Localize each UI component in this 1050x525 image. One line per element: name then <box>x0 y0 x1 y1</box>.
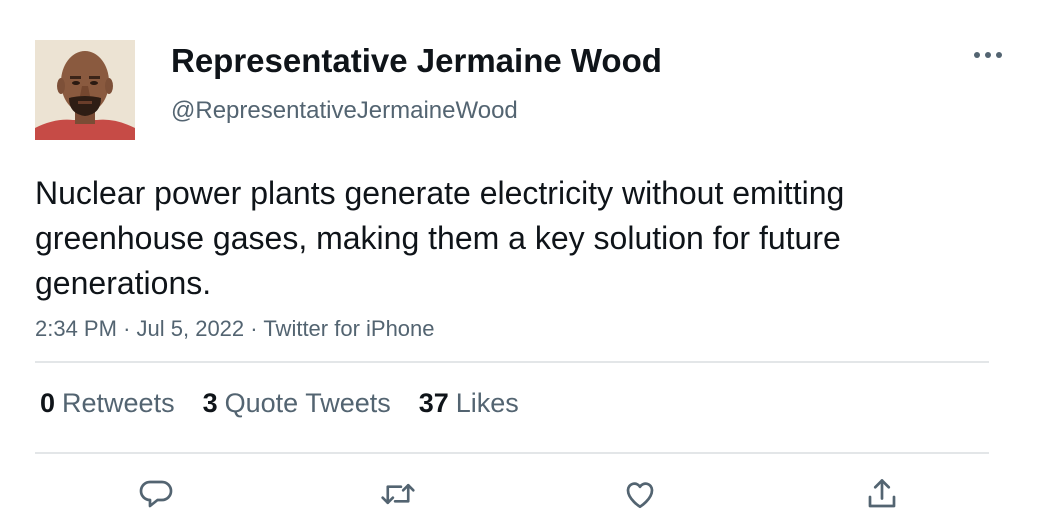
meta-separator: · <box>123 316 131 341</box>
heart-icon <box>626 482 654 509</box>
reply-button[interactable] <box>136 474 176 514</box>
avatar[interactable] <box>35 40 135 140</box>
retweets-label: Retweets <box>62 388 175 418</box>
meta-separator: · <box>250 316 258 341</box>
tweet-source[interactable]: Twitter for iPhone <box>263 316 434 341</box>
like-button[interactable] <box>620 474 660 514</box>
reply-icon <box>139 480 173 508</box>
user-handle[interactable]: @RepresentativeJermaineWood <box>171 97 518 125</box>
tweet-card: Representative Jermaine Wood @Representa… <box>0 0 1050 525</box>
retweets-count: 0 <box>40 388 56 418</box>
likes-stat[interactable]: 37 Likes <box>419 388 519 419</box>
retweets-stat[interactable]: 0 Retweets <box>40 388 175 419</box>
likes-count: 37 <box>418 388 449 418</box>
display-name[interactable]: Representative Jermaine Wood <box>171 42 662 80</box>
tweet-date[interactable]: Jul 5, 2022 <box>137 316 245 341</box>
share-icon <box>868 479 896 508</box>
tweet-text: Nuclear power plants generate electricit… <box>35 175 845 301</box>
quote-tweets-stat[interactable]: 3 Quote Tweets <box>203 388 391 419</box>
share-button[interactable] <box>862 474 902 514</box>
tweet-meta: 2:34 PM · Jul 5, 2022 · Twitter for iPho… <box>35 316 435 342</box>
likes-label: Likes <box>455 388 519 418</box>
tweet-time[interactable]: 2:34 PM <box>35 316 117 341</box>
avatar-photo <box>35 40 135 140</box>
divider <box>35 452 989 454</box>
more-options-button[interactable] <box>968 40 1008 70</box>
quote-tweets-label: Quote Tweets <box>224 388 391 418</box>
divider <box>35 361 989 363</box>
tweet-stats: 0 Retweets 3 Quote Tweets 37 Likes <box>40 388 519 419</box>
more-icon <box>974 52 1002 58</box>
retweet-button[interactable] <box>378 474 418 514</box>
retweet-icon <box>381 483 415 505</box>
quote-tweets-count: 3 <box>202 388 218 418</box>
